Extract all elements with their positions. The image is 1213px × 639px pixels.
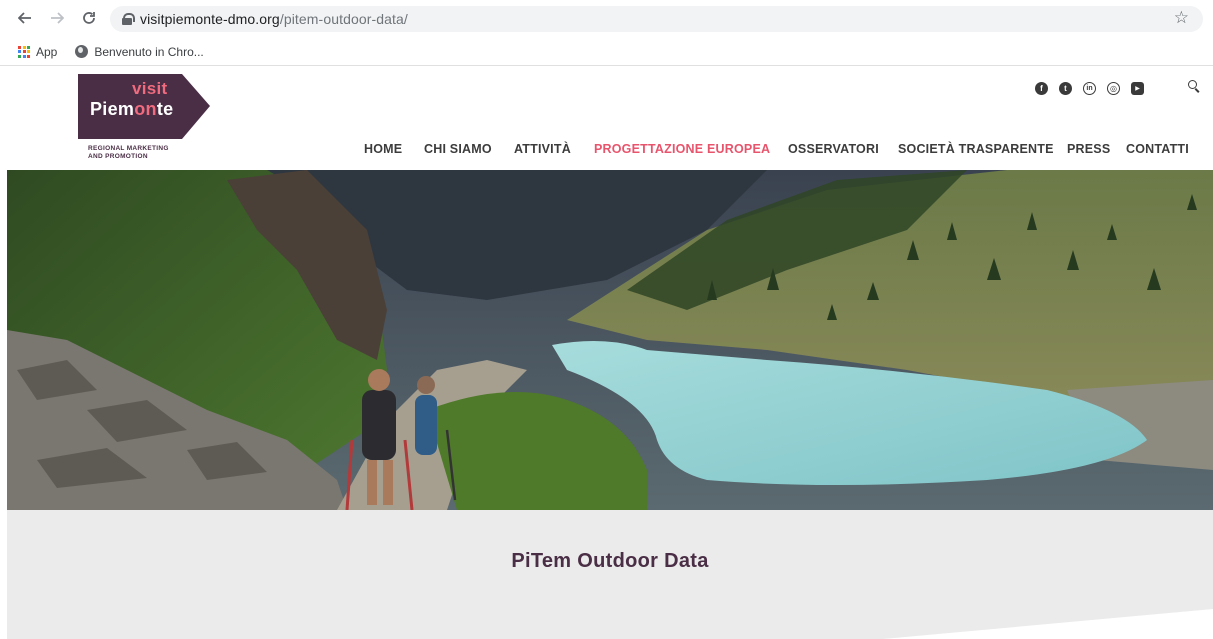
logo-part: te [156,99,174,119]
bookmark-benvenuto[interactable]: Benvenuto in Chro... [75,44,204,59]
youtube-icon[interactable]: ▶ [1131,81,1144,95]
logo-visit-text: visit [132,79,168,98]
nav-societa-trasparente[interactable]: SOCIETÀ TRASPARENTE [898,142,1054,156]
page-title: PiTem Outdoor Data [511,550,709,572]
bookmark-star-icon[interactable]: ☆ [1174,8,1189,28]
site-header: visit Piemonte REGIONAL MARKETING AND PR… [0,67,1213,170]
search-icon[interactable] [1188,80,1200,92]
reload-icon[interactable] [78,7,100,29]
linkedin-icon[interactable]: in [1083,81,1096,95]
logo-part: on [134,99,157,119]
nav-progettazione-europea[interactable]: PROGETTAZIONE EUROPEA [594,142,770,156]
bookmarks-bar: App Benvenuto in Chro... [0,38,1213,66]
hero-image [7,170,1213,510]
url-path: /pitem-outdoor-data/ [279,11,408,27]
mountain-lake-photo [7,170,1213,510]
nav-chi-siamo[interactable]: CHI SIAMO [424,142,492,156]
nav-press[interactable]: PRESS [1067,142,1110,156]
forward-arrow-icon[interactable] [46,7,68,29]
lock-icon [122,13,135,25]
bookmark-apps[interactable]: App [18,45,57,59]
back-arrow-icon[interactable] [14,7,36,29]
browser-toolbar: visitpiemonte-dmo.org/pitem-outdoor-data… [0,0,1213,38]
nav-contatti[interactable]: CONTATTI [1126,142,1189,156]
apps-grid-icon [18,45,30,58]
globe-icon [75,45,89,58]
nav-home[interactable]: HOME [364,142,402,156]
instagram-icon[interactable]: ◎ [1107,81,1120,95]
bookmark-label: Benvenuto in Chro... [94,44,204,59]
logo-part: Piem [90,99,135,119]
page-title-band: PiTem Outdoor Data [7,510,1213,639]
logo-piemonte-text: Piemonte [90,99,173,120]
social-links: f t in ◎ ▶ [1035,81,1155,95]
tagline-line: REGIONAL MARKETING [88,145,169,152]
url-domain: visitpiemonte-dmo.org [140,11,280,27]
decorative-wedge [883,609,1213,639]
twitter-icon[interactable]: t [1059,81,1072,95]
tagline-line: AND PROMOTION [88,153,148,160]
logo-tagline: REGIONAL MARKETING AND PROMOTION [88,145,169,161]
nav-osservatori[interactable]: OSSERVATORI [788,142,879,156]
bookmark-label: App [36,44,58,59]
facebook-icon[interactable]: f [1035,81,1048,95]
address-bar[interactable]: visitpiemonte-dmo.org/pitem-outdoor-data… [110,6,1203,32]
url-text: visitpiemonte-dmo.org/pitem-outdoor-data… [140,11,408,27]
nav-attivita[interactable]: ATTIVITÀ [514,142,571,156]
